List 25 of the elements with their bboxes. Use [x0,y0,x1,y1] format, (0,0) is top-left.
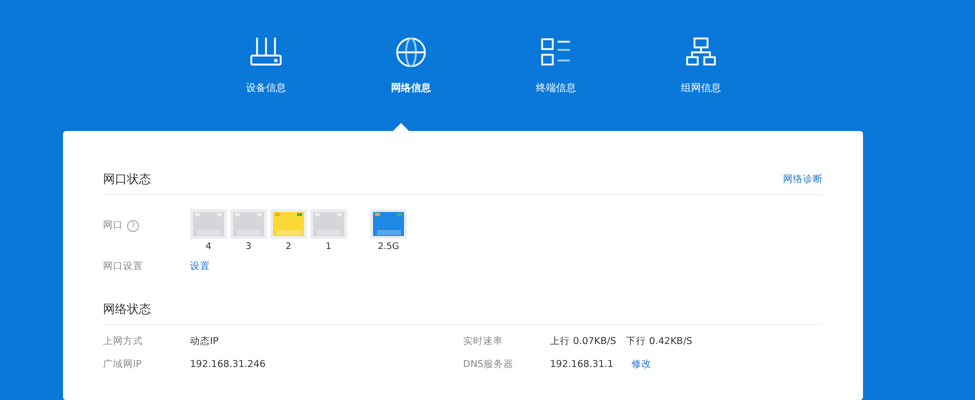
field-value: 192.168.31.1 [550,359,614,370]
nav-tab[interactable]: 网络信息 [371,36,451,95]
diagnose-link[interactable]: 网络诊断 [783,173,823,186]
field-value: 192.168.31.246 [190,359,266,370]
field-value: 动态IP [190,335,219,348]
port-label: 2 [286,242,292,252]
section-title: 网络状态 [103,301,151,318]
field-value: 上行 0.07KB/S 下行 0.42KB/S [550,335,692,348]
nav-tab[interactable]: 设备信息 [226,36,306,95]
field-label: 实时速率 [463,335,504,348]
nav-tab[interactable]: 终端信息 [516,36,596,95]
field-label: 网口 [103,219,123,232]
port-label: 2.5G [378,242,400,252]
settings-link[interactable]: 设置 [190,260,210,273]
field-label: 广域网IP [103,358,143,371]
section-title: 网口状态 [103,171,151,188]
port-label: 3 [246,242,252,252]
help-icon[interactable]: ? [127,220,139,232]
field-label: DNS服务器 [463,358,514,371]
nav-tab[interactable]: 组网信息 [661,36,741,95]
field-label: 网口设置 [103,260,144,273]
edit-link[interactable]: 修改 [631,358,652,371]
port-label: 4 [206,242,212,252]
port-label: 1 [326,242,332,252]
field-label: 上网方式 [103,335,144,348]
